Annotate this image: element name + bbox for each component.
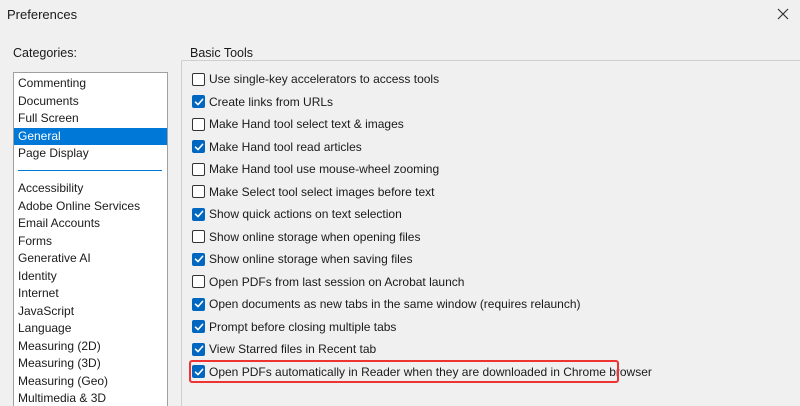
category-item[interactable]: Generative AI [14, 250, 167, 268]
category-item[interactable]: Adobe Online Services [14, 198, 167, 216]
checkmark-icon [194, 300, 203, 308]
close-button[interactable] [770, 3, 796, 25]
option-row[interactable]: Open documents as new tabs in the same w… [192, 295, 581, 313]
category-item[interactable]: Documents [14, 93, 167, 111]
checkbox[interactable] [192, 207, 205, 221]
option-row[interactable]: Use single-key accelerators to access to… [192, 70, 439, 88]
category-item[interactable]: Commenting [14, 75, 167, 93]
categories-label: Categories: [13, 46, 77, 60]
category-item[interactable]: Language [14, 320, 167, 338]
option-row[interactable]: Make Hand tool select text & images [192, 115, 404, 133]
checkbox[interactable] [192, 162, 205, 176]
window-title: Preferences [7, 7, 78, 22]
checkmark-icon [194, 143, 203, 150]
category-item[interactable]: JavaScript [14, 303, 167, 321]
category-item[interactable]: Measuring (3D) [14, 355, 167, 373]
option-label: View Starred files in Recent tab [209, 342, 377, 356]
checkmark-icon [194, 323, 203, 330]
categories-list[interactable]: Commenting Documents Full Screen General Pag… [13, 72, 168, 406]
option-label: Prompt before closing multiple tabs [209, 319, 397, 334]
option-row[interactable]: Make Select tool select images before te… [192, 183, 434, 201]
option-row[interactable]: Make Hand tool use mouse-wheel zooming [192, 160, 439, 178]
checkbox[interactable] [192, 72, 205, 86]
checkmark-icon [194, 255, 203, 263]
option-label: Create links from URLs [209, 94, 334, 109]
close-icon [777, 8, 789, 20]
option-label: Make Hand tool read articles [209, 139, 362, 154]
option-row[interactable]: Show online storage when opening files [192, 228, 420, 246]
checkbox[interactable] [192, 230, 205, 243]
option-row[interactable]: Make Hand tool read articles [192, 138, 362, 156]
category-item[interactable]: Email Accounts [14, 215, 167, 233]
category-item[interactable]: Identity [14, 268, 167, 286]
checkbox[interactable] [192, 117, 205, 131]
category-item[interactable]: Full Screen [14, 110, 167, 128]
checkbox[interactable] [192, 320, 205, 333]
checkbox[interactable] [192, 297, 205, 311]
category-item[interactable]: Page Display [14, 145, 167, 163]
option-row[interactable]: Show online storage when saving files [192, 250, 412, 268]
option-label: Open PDFs from last session on Acrobat l… [209, 274, 465, 289]
category-item[interactable]: Measuring (2D) [14, 338, 167, 356]
checkmark-icon [194, 98, 203, 105]
checkbox[interactable] [192, 252, 205, 266]
option-row[interactable]: Create links from URLs [192, 93, 333, 111]
checkmark-icon [194, 345, 203, 353]
category-item[interactable]: General [14, 127, 167, 145]
option-label: Show quick actions on text selection [209, 207, 402, 221]
checkmark-icon [194, 210, 203, 218]
option-label: Make Hand tool select text & images [209, 117, 404, 131]
option-label: Show online storage when saving files [209, 252, 413, 266]
option-label: Open documents as new tabs in the same w… [209, 297, 581, 311]
category-item[interactable]: Forms [14, 233, 167, 251]
highlight-box [189, 360, 619, 383]
category-item[interactable]: Multimedia & 3D [14, 390, 167, 406]
option-row[interactable]: Open PDFs from last session on Acrobat l… [192, 273, 464, 291]
checkbox[interactable] [192, 140, 205, 153]
checkbox[interactable] [192, 95, 205, 108]
category-item[interactable]: Internet [14, 285, 167, 303]
checkbox[interactable] [192, 275, 205, 288]
option-label: Use single-key accelerators to access to… [209, 72, 440, 86]
option-row[interactable]: Show quick actions on text selection [192, 205, 402, 223]
category-separator [18, 170, 162, 171]
title-bar: Preferences [0, 0, 800, 30]
option-label: Make Select tool select images before te… [209, 184, 435, 199]
basic-tools-title: Basic Tools [187, 46, 256, 60]
checkbox[interactable] [192, 342, 205, 356]
category-item[interactable]: Measuring (Geo) [14, 373, 167, 391]
option-label: Make Hand tool use mouse-wheel zooming [209, 162, 440, 176]
option-row[interactable]: View Starred files in Recent tab [192, 340, 376, 358]
option-row[interactable]: Prompt before closing multiple tabs [192, 318, 396, 336]
checkbox[interactable] [192, 185, 205, 198]
category-item[interactable]: Accessibility [14, 180, 167, 198]
option-label: Show online storage when opening files [209, 229, 421, 244]
